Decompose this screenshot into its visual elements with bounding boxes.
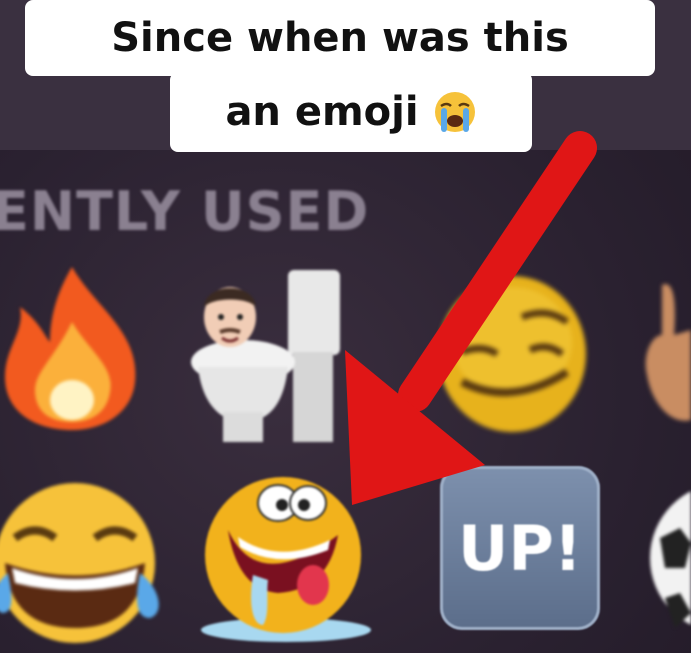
loudly-crying-face-icon bbox=[434, 92, 475, 132]
caption-line-2: an emoji bbox=[170, 72, 532, 152]
caption-line-1: Since when was this bbox=[25, 0, 655, 76]
caption-text-2: an emoji bbox=[225, 89, 419, 135]
caption-text-1: Since when was this bbox=[111, 15, 569, 61]
